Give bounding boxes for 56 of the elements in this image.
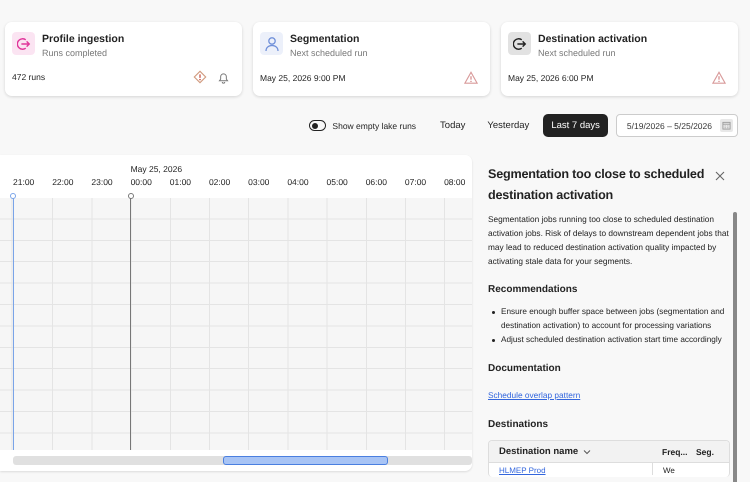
documentation-link[interactable]: Schedule overlap pattern <box>488 390 580 400</box>
warning-icon <box>712 71 726 84</box>
card-title: Destination activation <box>538 33 648 45</box>
date-range-button[interactable]: Last 7 days <box>543 114 608 137</box>
toggle-label: Show empty lake runs <box>332 120 416 130</box>
section-heading: Destinations <box>488 419 550 430</box>
scrollbar-thumb[interactable] <box>223 456 388 465</box>
hour-label: 02:00 <box>208 176 232 189</box>
hour-label: 03:00 <box>248 176 270 189</box>
hour-label: 08:00 <box>444 176 466 189</box>
hour-label: 06:00 <box>366 176 388 189</box>
warning-icon <box>464 71 478 84</box>
hour-label: 23:00 <box>91 176 114 189</box>
table-cell: We <box>652 463 694 475</box>
hour-label: 21:00 <box>13 176 36 189</box>
destination-link[interactable]: HLMEP Prod <box>499 466 546 475</box>
section-heading: Documentation <box>488 363 562 374</box>
hour-label: 01:00 <box>170 176 192 189</box>
card-title: Profile ingestion <box>42 33 124 45</box>
close-icon <box>715 171 725 181</box>
scrollbar-thumb[interactable] <box>733 212 737 482</box>
date-range-field[interactable]: 5/19/2026 – 5/25/2026 <box>616 114 738 137</box>
date-label: May 25, 2026 <box>130 164 182 174</box>
bell-icon <box>217 70 230 84</box>
card-value: May 25, 2026 6:00 PM <box>508 72 594 82</box>
column-header: Seg. <box>695 446 715 459</box>
exit-arrow-icon <box>512 36 526 50</box>
hour-label: 04:00 <box>287 176 310 189</box>
card-subtitle: Next scheduled run <box>290 48 368 58</box>
bullet-icon <box>492 311 495 314</box>
card-title: Segmentation <box>290 33 360 45</box>
date-range-button[interactable]: Today <box>432 114 474 137</box>
chevron-down-icon <box>583 448 592 454</box>
recommendation-text: Ensure enough buffer space between jobs (segmentation and destination activation) to account for processing variations <box>501 306 726 332</box>
column-header: Freq... <box>661 446 689 459</box>
diamond-alert-icon <box>193 70 207 84</box>
column-header[interactable]: Destination name <box>489 441 652 462</box>
bullet-icon <box>492 339 495 342</box>
toggle-switch[interactable] <box>309 120 326 131</box>
hour-label: 00:00 <box>130 176 153 189</box>
hour-label: 22:00 <box>52 176 74 189</box>
calendar-icon <box>722 121 731 130</box>
calendar-button[interactable] <box>720 119 733 132</box>
card-value: May 25, 2026 9:00 PM <box>260 72 346 82</box>
date-range-button[interactable]: Yesterday <box>479 114 538 137</box>
hour-label: 07:00 <box>404 176 428 189</box>
hour-label: 05:00 <box>326 176 349 189</box>
exit-arrow-icon <box>16 36 30 50</box>
card-subtitle: Runs completed <box>42 48 108 58</box>
card-subtitle: Next scheduled run <box>538 48 617 58</box>
section-heading: Recommendations <box>488 284 578 295</box>
panel-title: Segmentation too close to scheduled destination activation <box>488 166 706 204</box>
recommendation-text: Adjust scheduled destination activation start time accordingly <box>501 334 722 346</box>
card-value: 472 runs <box>12 72 46 82</box>
description-text: Segmentation jobs running too close to scheduled destination activation jobs. Risk of delays to downstream dependent jobs that may lead to reduced destination activation quality impacted by activating stale data for your segments. <box>488 213 730 268</box>
person-icon <box>264 36 280 52</box>
